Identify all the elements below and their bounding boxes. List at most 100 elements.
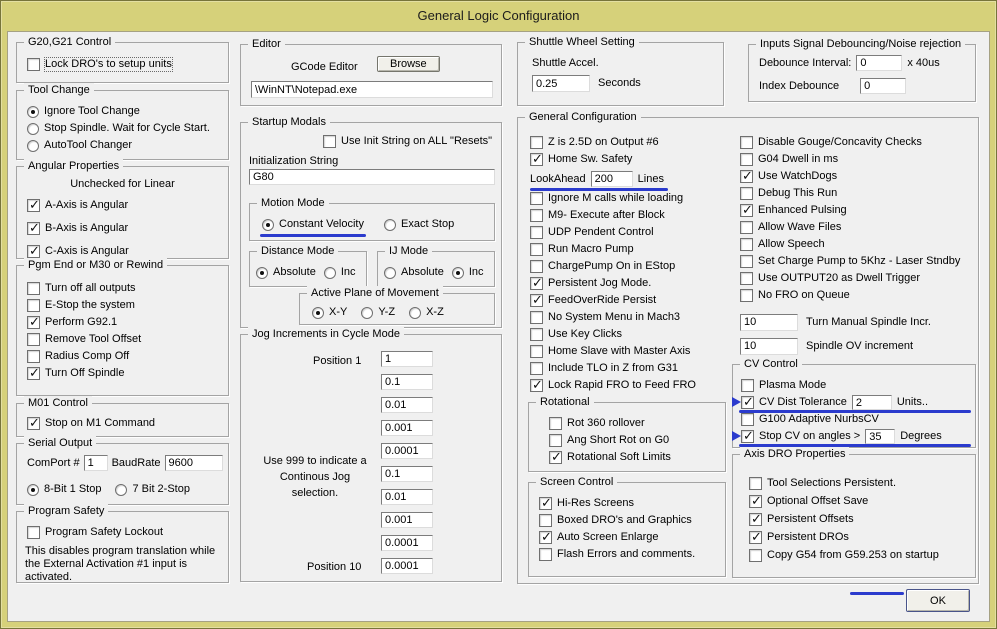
checkbox[interactable] xyxy=(741,428,754,444)
manual-spindle-row[interactable]: Turn Manual Spindle Incr. xyxy=(740,312,974,332)
checkbox[interactable] xyxy=(530,311,543,324)
checkbox-row[interactable]: Debug This Run xyxy=(740,185,974,202)
checkbox[interactable] xyxy=(530,292,543,308)
checkbox-row[interactable]: Include TLO in Z from G31 xyxy=(530,360,730,377)
radio[interactable] xyxy=(384,218,396,231)
radio-row[interactable]: Constant Velocity xyxy=(260,216,366,237)
checkbox[interactable] xyxy=(741,413,754,426)
radio[interactable] xyxy=(384,266,396,279)
init-string-input[interactable] xyxy=(249,169,495,185)
radio[interactable] xyxy=(361,306,374,319)
checkbox[interactable] xyxy=(749,511,762,527)
checkbox-row[interactable]: Ang Short Rot on G0 xyxy=(549,432,725,449)
checkbox-row[interactable]: B-Axis is Angular xyxy=(27,220,228,237)
checkbox-row[interactable]: Auto Screen Enlarge xyxy=(539,529,725,546)
checkbox-row[interactable]: Use OUTPUT20 as Dwell Trigger xyxy=(740,270,974,287)
checkbox-row[interactable]: Allow Speech xyxy=(740,236,974,253)
checkbox[interactable] xyxy=(27,282,40,295)
checkbox-row[interactable]: Perform G92.1 xyxy=(27,314,228,331)
radio[interactable] xyxy=(451,266,464,279)
radio-row[interactable]: Absolute xyxy=(384,264,444,281)
checkbox-row[interactable]: Lock Rapid FRO to Feed FRO xyxy=(530,377,730,394)
checkbox-row[interactable]: Use WatchDogs xyxy=(740,168,974,185)
checkbox-row[interactable]: Turn Off Spindle xyxy=(27,365,228,382)
jog-increment-input[interactable] xyxy=(381,351,433,367)
checkbox-row[interactable]: M9- Execute after Block xyxy=(530,207,730,224)
radio[interactable] xyxy=(27,139,39,152)
checkbox[interactable] xyxy=(27,197,40,213)
jog-increment-input[interactable] xyxy=(381,466,433,482)
checkbox[interactable] xyxy=(740,136,753,149)
checkbox-row[interactable]: Use Init String on ALL "Resets" xyxy=(323,133,492,150)
lookahead-input[interactable] xyxy=(590,171,633,187)
radio-row[interactable]: X-Y xyxy=(312,304,347,321)
index-debounce-input[interactable] xyxy=(860,78,907,94)
checkbox[interactable] xyxy=(530,209,543,222)
radio-row[interactable]: 8-Bit 1 Stop xyxy=(27,481,101,498)
checkbox[interactable] xyxy=(740,238,753,251)
comport-input[interactable] xyxy=(83,455,108,471)
checkbox-row[interactable]: Use Key Clicks xyxy=(530,326,730,343)
checkbox[interactable] xyxy=(740,221,753,234)
radio[interactable] xyxy=(256,266,268,279)
checkbox[interactable] xyxy=(740,255,753,268)
checkbox-row[interactable]: ChargePump On in EStop xyxy=(530,258,730,275)
checkbox[interactable] xyxy=(539,529,552,545)
radio[interactable] xyxy=(262,218,274,231)
checkbox[interactable] xyxy=(549,434,562,447)
checkbox-row[interactable]: Set Charge Pump to 5Khz - Laser Stndby xyxy=(740,253,974,270)
checkbox-row[interactable]: Remove Tool Offset xyxy=(27,331,228,348)
checkbox-row[interactable]: Turn off all outputs xyxy=(27,280,228,297)
radio-row[interactable]: Inc xyxy=(323,264,356,281)
checkbox-row[interactable]: Z is 2.5D on Output #6 xyxy=(530,134,730,151)
checkbox[interactable] xyxy=(549,449,562,465)
checkbox-row[interactable]: Rotational Soft Limits xyxy=(549,449,725,466)
checkbox-row[interactable]: No System Menu in Mach3 xyxy=(530,309,730,326)
checkbox[interactable] xyxy=(530,192,543,205)
checkbox-row[interactable]: Disable Gouge/Concavity Checks xyxy=(740,134,974,151)
checkbox[interactable] xyxy=(530,243,543,256)
radio-row[interactable]: Inc xyxy=(451,264,484,281)
checkbox-row[interactable]: Ignore M calls while loading xyxy=(530,190,730,207)
baudrate-input[interactable] xyxy=(164,455,223,471)
checkbox[interactable] xyxy=(27,365,40,381)
checkbox-row[interactable]: Persistent Jog Mode. xyxy=(530,275,730,292)
browse-button[interactable]: Browse xyxy=(377,56,440,72)
radio[interactable] xyxy=(409,306,422,319)
checkbox-row[interactable]: Optional Offset Save xyxy=(749,493,975,510)
jog-increment-input[interactable] xyxy=(381,535,433,551)
jog-increment-input[interactable] xyxy=(381,443,433,459)
checkbox[interactable] xyxy=(749,549,762,562)
cv-dist-tolerance-row[interactable]: CV Dist Tolerance Units.. xyxy=(732,394,975,413)
radio-row[interactable]: X-Z xyxy=(409,304,444,321)
radio[interactable] xyxy=(323,266,336,279)
editor-path-input[interactable] xyxy=(251,81,493,98)
manual-spindle-input[interactable] xyxy=(740,313,798,331)
checkbox[interactable] xyxy=(549,417,562,430)
radio[interactable] xyxy=(115,483,128,496)
stop-cv-angles-row[interactable]: Stop CV on angles > Degrees xyxy=(732,428,975,447)
checkbox[interactable] xyxy=(740,187,753,200)
radio[interactable] xyxy=(27,483,39,496)
checkbox-row[interactable]: G04 Dwell in ms xyxy=(740,151,974,168)
checkbox-row[interactable]: A-Axis is Angular xyxy=(27,197,228,214)
radio-row[interactable]: Stop Spindle. Wait for Cycle Start. xyxy=(27,120,228,137)
checkbox[interactable] xyxy=(530,345,543,358)
checkbox-row[interactable]: Flash Errors and comments. xyxy=(539,546,725,563)
checkbox[interactable] xyxy=(539,495,552,511)
checkbox[interactable] xyxy=(27,350,40,363)
radio-row[interactable]: 7 Bit 2-Stop xyxy=(115,481,190,498)
checkbox-row[interactable]: FeedOverRide Persist xyxy=(530,292,730,309)
checkbox[interactable] xyxy=(741,379,754,392)
checkbox[interactable] xyxy=(27,314,40,330)
checkbox-row[interactable]: Boxed DRO's and Graphics xyxy=(539,512,725,529)
checkbox[interactable] xyxy=(539,514,552,527)
checkbox[interactable] xyxy=(27,526,40,539)
checkbox[interactable] xyxy=(740,168,753,184)
checkbox[interactable] xyxy=(27,299,40,312)
checkbox[interactable] xyxy=(530,136,543,149)
checkbox[interactable] xyxy=(530,377,543,393)
checkbox-row[interactable]: Persistent DROs xyxy=(749,529,975,546)
radio[interactable] xyxy=(312,306,324,319)
checkbox[interactable] xyxy=(740,289,753,302)
